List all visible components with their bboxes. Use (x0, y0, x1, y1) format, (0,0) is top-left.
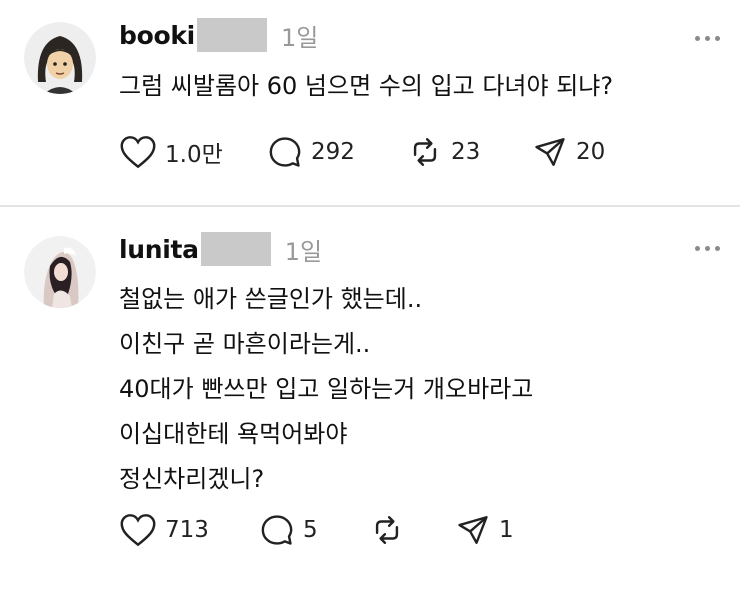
thread-post: booki 1일 그럼 씨발롬아 60 넘으면 수의 입고 다녀야 되냐? 1.… (0, 0, 740, 205)
post-text: 그럼 씨발롬아 60 넘으면 수의 입고 다녀야 되냐? (119, 72, 614, 100)
share-count: 20 (576, 139, 606, 165)
repost-arrows-icon (375, 516, 399, 544)
more-options-button[interactable] (695, 36, 720, 41)
heart-icon (120, 514, 156, 547)
like-button[interactable]: 713 (119, 513, 259, 547)
share-button[interactable]: 20 (532, 135, 605, 169)
comment-button[interactable]: 292 (267, 135, 407, 169)
send-paper-plane-icon (458, 516, 488, 544)
more-options-button[interactable] (695, 246, 720, 251)
more-dots-icon (695, 36, 700, 41)
repost-count: 23 (451, 139, 481, 165)
post-header: booki 1일 (119, 17, 318, 53)
redaction-box (200, 232, 271, 266)
post-time: 1일 (280, 23, 319, 52)
repost-button[interactable] (369, 513, 455, 547)
comment-count: 5 (303, 517, 318, 543)
comment-count: 292 (311, 139, 355, 165)
like-count: 1.0만 (165, 142, 223, 168)
username[interactable]: booki (119, 21, 195, 50)
repost-arrows-icon (413, 138, 437, 166)
comment-bubble-icon (261, 515, 293, 545)
post-text: 철없는 애가 쓴글인가 했는데.. 이친구 곧 마흔이라는게.. 40대가 빤쓰… (119, 285, 534, 493)
avatar[interactable] (24, 22, 96, 94)
share-button[interactable]: 1 (455, 513, 514, 547)
cartoon-person-icon (24, 22, 96, 94)
post-time: 1일 (284, 237, 323, 266)
comment-bubble-icon (269, 137, 301, 167)
action-bar: 1.0만 292 23 20 (119, 132, 605, 172)
post-header: lunita 1일 (119, 231, 322, 267)
username[interactable]: lunita (119, 235, 199, 264)
like-count: 713 (165, 517, 209, 543)
avatar[interactable] (24, 236, 96, 308)
redaction-box (196, 18, 267, 52)
repost-button[interactable]: 23 (407, 135, 532, 169)
more-dots-icon (695, 246, 700, 251)
send-paper-plane-icon (535, 138, 565, 166)
like-button[interactable]: 1.0만 (119, 135, 267, 169)
action-bar: 713 5 1 (119, 510, 514, 550)
thread-post: lunita 1일 철없는 애가 쓴글인가 했는데.. 이친구 곧 마흔이라는게… (0, 207, 740, 611)
comment-button[interactable]: 5 (259, 513, 369, 547)
heart-icon (120, 136, 156, 169)
profile-photo-icon (24, 236, 96, 308)
share-count: 1 (499, 517, 514, 543)
